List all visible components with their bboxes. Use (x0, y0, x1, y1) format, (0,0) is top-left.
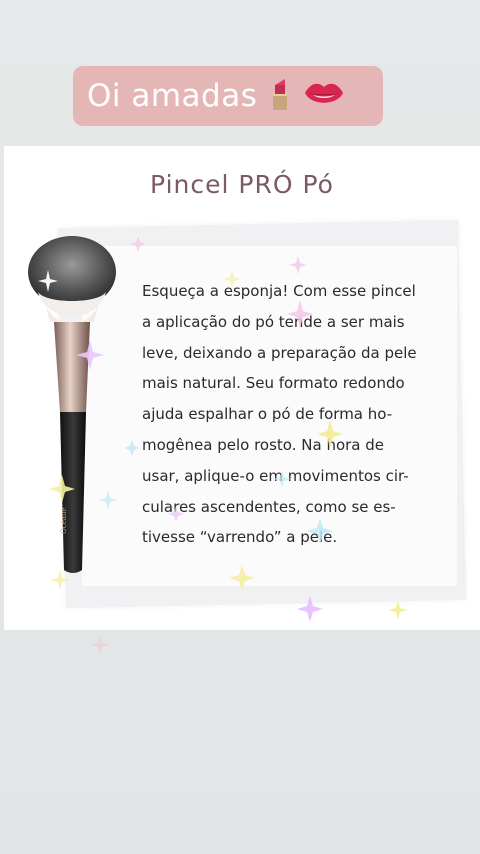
makeup-brush-icon: Océane (28, 236, 116, 573)
body-line: leve, deixando a preparação da pele (142, 343, 417, 362)
body-line: usar, aplique-o em movimentos cir- (142, 466, 409, 485)
card-title: Pincel PRÓ Pó (150, 170, 334, 199)
banner-text: Oi amadas (87, 78, 258, 114)
body-line: ajuda espalhar o pó de forma ho- (142, 405, 393, 424)
product-card: Pincel PRÓ Pó Océane Esqueça a esponja! … (4, 146, 480, 630)
body-line: mais natural. Seu formato redondo (142, 374, 405, 393)
svg-text:Océane: Océane (60, 507, 68, 534)
lips-icon (303, 80, 345, 112)
body-line: Esqueça a esponja! Com esse pincel (142, 282, 416, 300)
body-line: a aplicação do pó tende a ser mais (142, 312, 405, 331)
body-line: mogênea pelo rosto. Na hora de (142, 435, 384, 454)
body-line: culares ascendentes, como se es- (142, 497, 396, 516)
body-line: tivesse “varrendo” a pele. (142, 528, 338, 547)
story-text-banner: Oi amadas (73, 66, 383, 126)
card-body-text: Esqueça a esponja! Com esse pincel a apl… (142, 276, 442, 553)
lipstick-icon (267, 77, 293, 115)
